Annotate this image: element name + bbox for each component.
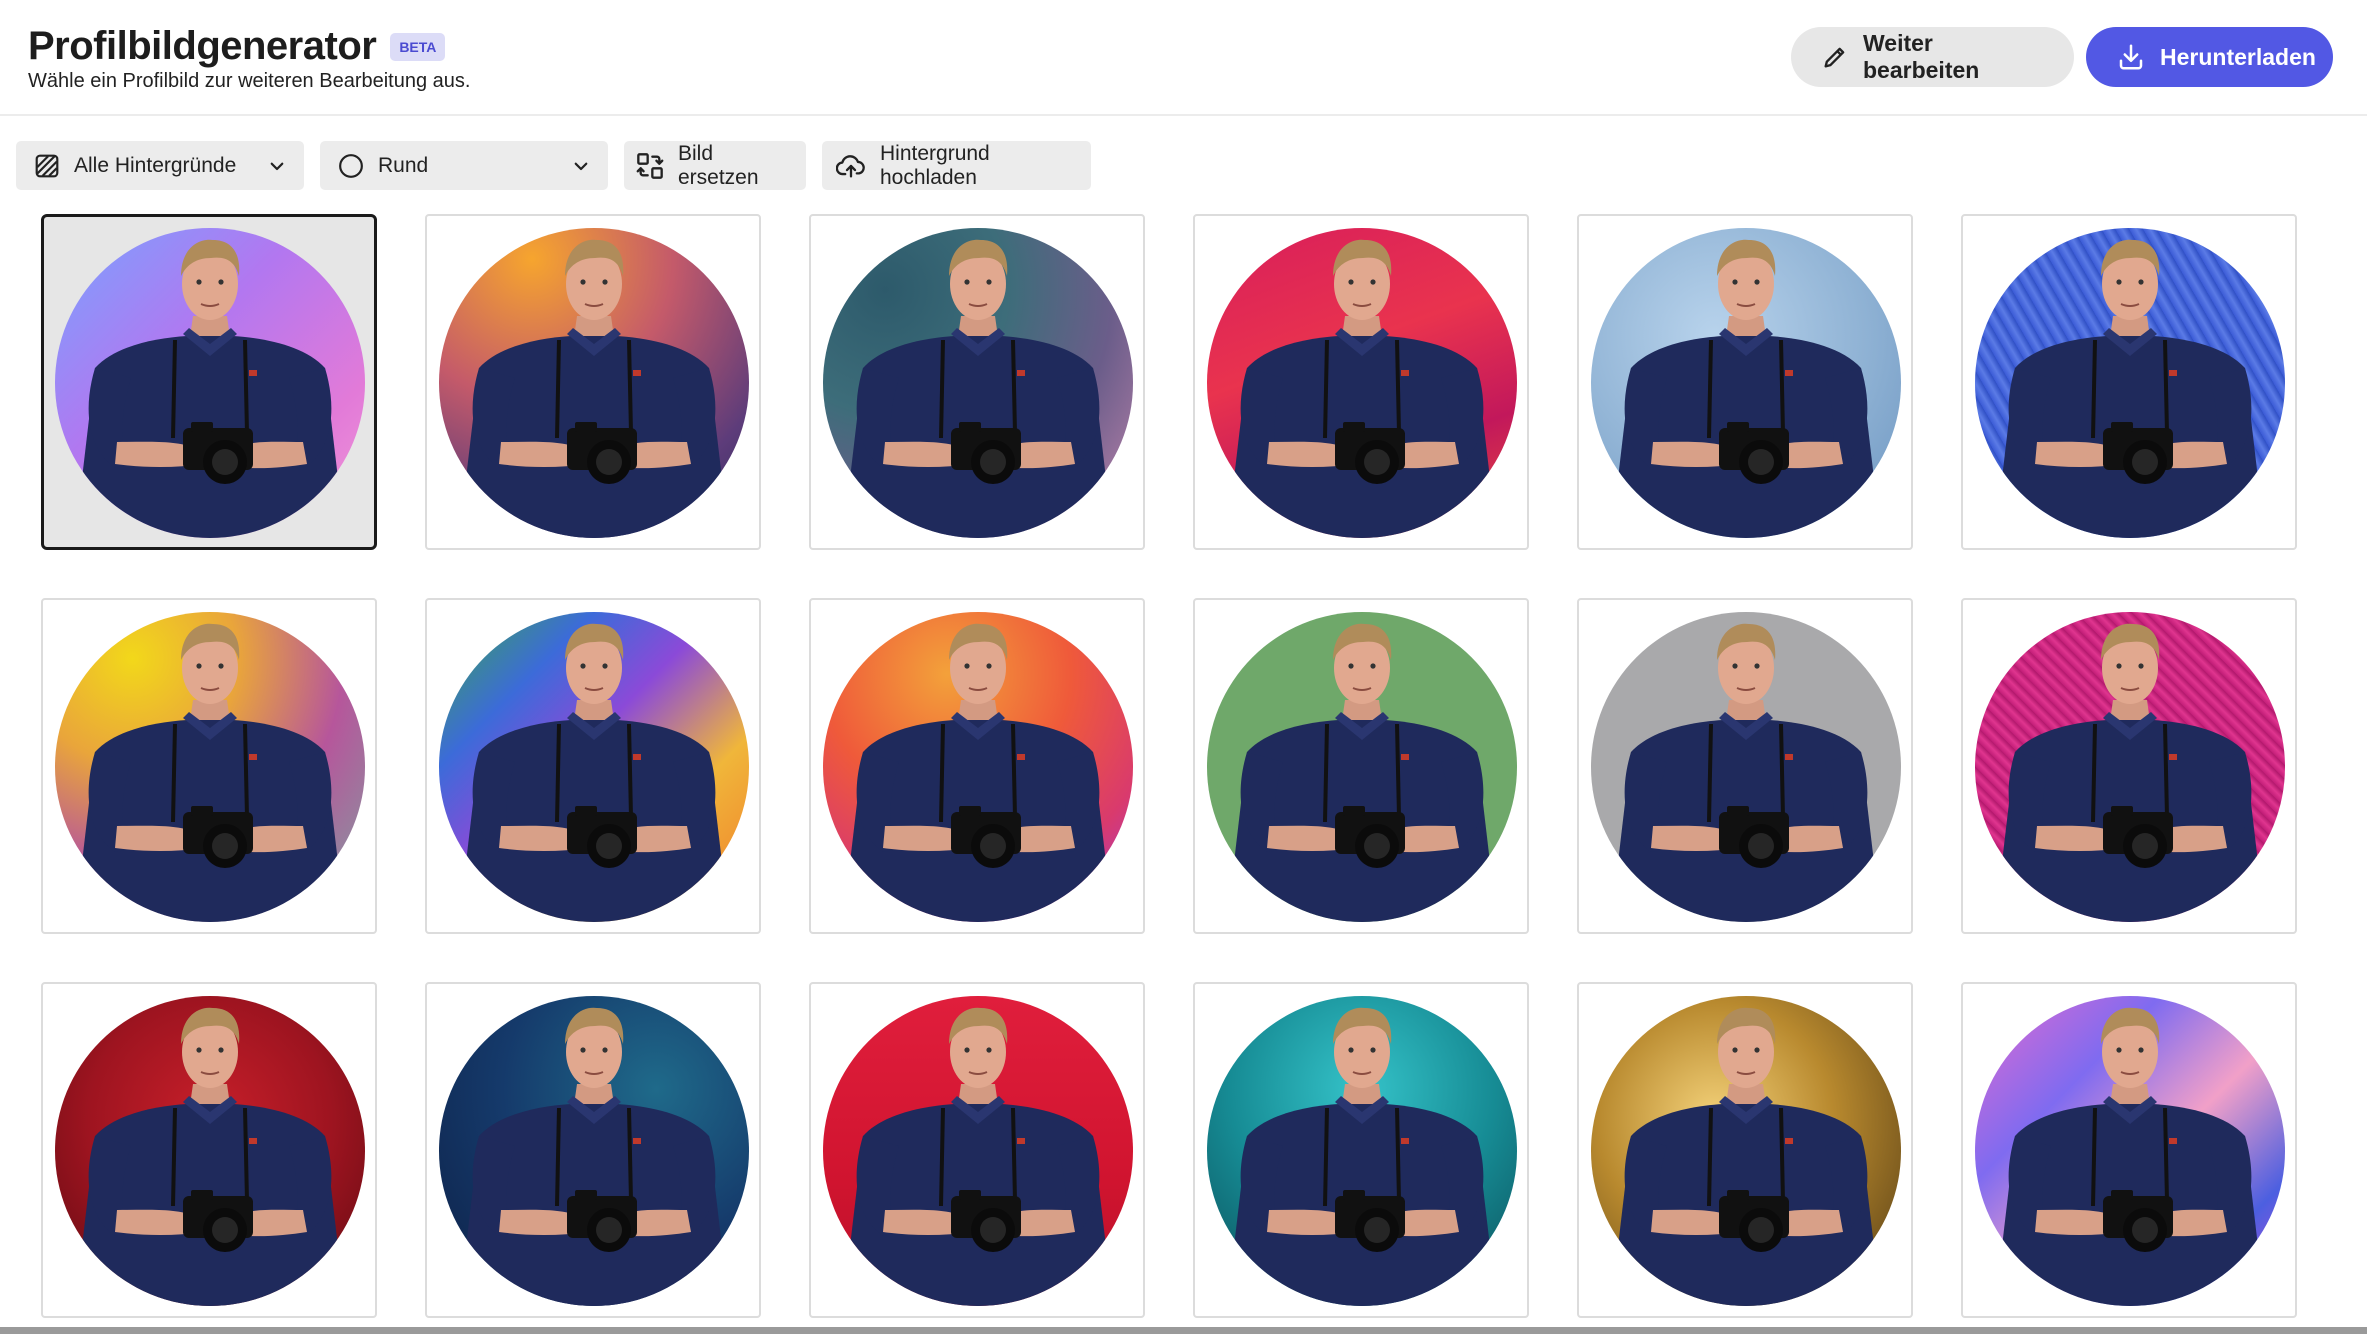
profile-image-card[interactable]	[1961, 214, 2297, 550]
person-illustration	[1995, 1007, 2265, 1306]
replace-image-label: Bild ersetzen	[678, 141, 759, 189]
beta-badge: BETA	[390, 32, 446, 61]
profile-image-card[interactable]	[1577, 982, 1913, 1318]
continue-editing-label: Weiter bearbeiten	[1863, 30, 1980, 83]
chevron-down-icon	[574, 162, 588, 170]
profile-avatar-yellow-purple-teal-gradient	[55, 612, 365, 922]
profile-image-card[interactable]	[1961, 598, 2297, 934]
profile-image-card[interactable]	[1961, 982, 2297, 1318]
person-illustration	[843, 623, 1113, 922]
profile-avatar-red-valentine-hearts	[823, 996, 1133, 1306]
person-illustration	[843, 1007, 1113, 1306]
upload-background-button[interactable]: Hintergrund hochladen	[822, 141, 1091, 190]
background-filter-dropdown[interactable]: Alle Hintergründe	[16, 141, 304, 190]
profile-avatar-holographic-iridescent	[1975, 996, 2285, 1306]
person-illustration	[1227, 239, 1497, 538]
circle-icon	[339, 153, 363, 178]
profile-avatar-orange-red-purple-gradient	[823, 612, 1133, 922]
profile-avatar-rainbow-gradient	[439, 612, 749, 922]
pencil-icon	[1824, 47, 1845, 68]
profile-image-card[interactable]	[425, 214, 761, 550]
header-actions: Weiter bearbeiten Herunterladen	[1791, 27, 2333, 87]
profile-image-card[interactable]	[41, 214, 377, 550]
profile-image-card[interactable]	[1193, 598, 1529, 934]
profile-image-card[interactable]	[1193, 214, 1529, 550]
profile-avatar-red-pink-texture	[1207, 228, 1517, 538]
download-label: Herunterladen	[2160, 43, 2316, 70]
background-pattern-icon	[35, 154, 59, 177]
profile-avatar-teal-pink-grain-gradient	[823, 228, 1133, 538]
person-illustration	[1995, 239, 2265, 538]
person-illustration	[1995, 623, 2265, 922]
profile-avatar-gold-sequins	[1591, 996, 1901, 1306]
profile-avatar-solid-gray	[1591, 612, 1901, 922]
profile-image-card[interactable]	[1193, 982, 1529, 1318]
horizontal-scrollbar[interactable]	[0, 1327, 2367, 1334]
profile-image-card[interactable]	[425, 598, 761, 934]
person-illustration	[459, 1007, 729, 1306]
profile-avatar-pink-knit-texture	[1975, 612, 2285, 922]
person-illustration	[1611, 239, 1881, 538]
profile-image-card[interactable]	[41, 598, 377, 934]
profile-avatar-soft-blue-studio	[1591, 228, 1901, 538]
profile-avatar-red-glitter	[55, 996, 365, 1306]
download-button[interactable]: Herunterladen	[2086, 27, 2333, 87]
person-illustration	[1227, 1007, 1497, 1306]
profile-avatar-dark-blue-marble	[439, 996, 749, 1306]
profile-image-card[interactable]	[425, 982, 761, 1318]
person-illustration	[75, 623, 345, 922]
profile-avatar-blue-fabric-texture	[1975, 228, 2285, 538]
page-subtitle: Wähle ein Profilbild zur weiteren Bearbe…	[28, 70, 471, 92]
person-illustration	[459, 623, 729, 922]
profile-image-card[interactable]	[1577, 598, 1913, 934]
profile-image-grid	[41, 214, 2297, 1318]
replace-image-button[interactable]: Bild ersetzen	[624, 141, 806, 190]
toolbar: Alle Hintergründe Rund Bild ersetzen Hin…	[16, 141, 1091, 190]
chevron-down-icon	[270, 162, 284, 170]
profile-image-card[interactable]	[809, 598, 1145, 934]
person-illustration	[1611, 623, 1881, 922]
continue-editing-button[interactable]: Weiter bearbeiten	[1791, 27, 2074, 87]
person-illustration	[1227, 623, 1497, 922]
profile-image-card[interactable]	[809, 214, 1145, 550]
download-icon	[2119, 44, 2143, 70]
person-illustration	[1611, 1007, 1881, 1306]
profile-image-card[interactable]	[809, 982, 1145, 1318]
background-filter-value: Alle Hintergründe	[74, 153, 237, 177]
profile-avatar-purple-blue-pink-gradient	[55, 228, 365, 538]
profile-avatar-solid-green	[1207, 612, 1517, 922]
page-title: Profilbildgenerator	[28, 24, 377, 68]
person-illustration	[75, 1007, 345, 1306]
cloud-upload-icon	[836, 154, 865, 178]
profile-avatar-orange-purple-gradient	[439, 228, 749, 538]
header: Profilbildgenerator BETA Wähle ein Profi…	[0, 0, 2367, 116]
swap-image-icon	[636, 152, 664, 179]
profile-avatar-teal-forest-lights	[1207, 996, 1517, 1306]
shape-dropdown[interactable]: Rund	[320, 141, 608, 190]
person-illustration	[843, 239, 1113, 538]
person-illustration	[75, 239, 345, 538]
upload-background-label: Hintergrund hochladen	[880, 141, 990, 189]
title-row: Profilbildgenerator BETA	[28, 24, 446, 69]
profile-image-card[interactable]	[41, 982, 377, 1318]
person-illustration	[459, 239, 729, 538]
profile-image-card[interactable]	[1577, 214, 1913, 550]
shape-value: Rund	[378, 153, 429, 177]
